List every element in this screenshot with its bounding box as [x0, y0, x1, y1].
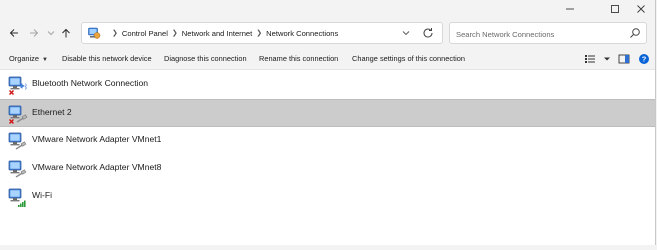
connection-item-wifi[interactable]: Wi-Fi — [0, 183, 655, 211]
connection-item-bluetooth[interactable]: ᛒ Bluetooth Network Connection — [0, 71, 655, 99]
network-adapter-icon — [8, 160, 27, 178]
up-button[interactable] — [57, 24, 75, 42]
change-view-button[interactable] — [583, 52, 597, 66]
back-button[interactable] — [5, 24, 23, 42]
network-adapter-icon — [8, 132, 27, 150]
view-tools: ? — [583, 52, 651, 66]
arrow-left-icon — [9, 29, 18, 37]
title-bar — [0, 0, 655, 18]
connection-name: Bluetooth Network Connection — [32, 78, 149, 88]
diagnose-connection-button[interactable]: Diagnose this connection — [164, 49, 247, 69]
search-input[interactable] — [454, 25, 623, 43]
caret-down-icon — [604, 57, 610, 61]
change-settings-button[interactable]: Change settings of this connection — [352, 49, 465, 69]
connection-name: VMware Network Adapter VMnet8 — [32, 162, 162, 172]
breadcrumb-network-connections[interactable]: Network Connections — [266, 29, 338, 38]
minimize-button[interactable] — [555, 0, 585, 18]
disconnected-x-icon — [8, 118, 15, 125]
breadcrumb-network-and-internet[interactable]: Network and Internet — [182, 29, 253, 38]
network-connections-window: ❯ Control Panel ❯ Network and Internet ❯… — [0, 0, 656, 245]
search-box — [449, 22, 647, 44]
network-adapter-icon — [8, 188, 26, 207]
connections-list: ᛒ Bluetooth Network Connection Ethernet … — [0, 69, 655, 245]
connection-name: Ethernet 2 — [32, 107, 72, 117]
svg-text:?: ? — [642, 55, 647, 64]
disconnected-x-icon — [8, 89, 15, 96]
arrow-right-icon — [30, 29, 39, 37]
bluetooth-icon: ᛒ — [24, 83, 28, 91]
connection-item-vmnet8[interactable]: VMware Network Adapter VMnet8 — [0, 155, 655, 183]
network-adapter-icon — [8, 105, 28, 125]
refresh-icon[interactable] — [421, 26, 435, 40]
organize-label: Organize — [9, 54, 39, 63]
command-bar: Organize ▼ Disable this network device Di… — [0, 49, 655, 69]
chevron-down-icon — [47, 31, 55, 36]
control-panel-icon — [88, 27, 101, 39]
search-icon[interactable] — [629, 27, 641, 39]
breadcrumb-separator-icon: ❯ — [171, 30, 178, 37]
caret-down-icon: ▼ — [42, 57, 48, 63]
preview-pane-icon — [618, 54, 630, 64]
breadcrumb: ❯ Control Panel ❯ Network and Internet ❯… — [108, 23, 338, 43]
chevron-down-icon[interactable] — [400, 27, 412, 39]
minimize-icon — [566, 8, 574, 10]
breadcrumb-separator-icon: ❯ — [256, 30, 263, 37]
address-row: ❯ Control Panel ❯ Network and Internet ❯… — [0, 18, 655, 48]
view-options-button[interactable] — [603, 52, 611, 66]
breadcrumb-separator-icon: ❯ — [112, 30, 118, 37]
connection-name: VMware Network Adapter VMnet1 — [32, 134, 162, 144]
forward-button[interactable] — [25, 24, 43, 42]
help-button[interactable]: ? — [637, 52, 651, 66]
disable-device-button[interactable]: Disable this network device — [62, 49, 152, 69]
connection-item-ethernet-2[interactable]: Ethernet 2 — [0, 99, 655, 127]
breadcrumb-control-panel[interactable]: Control Panel — [122, 29, 168, 38]
wifi-signal-icon — [18, 200, 26, 207]
help-icon: ? — [639, 54, 649, 64]
network-adapter-icon: ᛒ — [8, 76, 28, 96]
arrow-up-icon — [62, 28, 70, 38]
maximize-icon — [611, 5, 619, 13]
close-icon — [637, 5, 645, 13]
connection-item-vmnet1[interactable]: VMware Network Adapter VMnet1 — [0, 127, 655, 155]
preview-pane-button[interactable] — [617, 52, 631, 66]
organize-menu[interactable]: Organize ▼ — [9, 49, 48, 69]
connection-name: Wi-Fi — [32, 190, 53, 200]
close-button[interactable] — [626, 0, 656, 18]
address-bar[interactable]: ❯ Control Panel ❯ Network and Internet ❯… — [81, 22, 443, 44]
rename-connection-button[interactable]: Rename this connection — [259, 49, 338, 69]
details-view-icon — [585, 55, 595, 63]
